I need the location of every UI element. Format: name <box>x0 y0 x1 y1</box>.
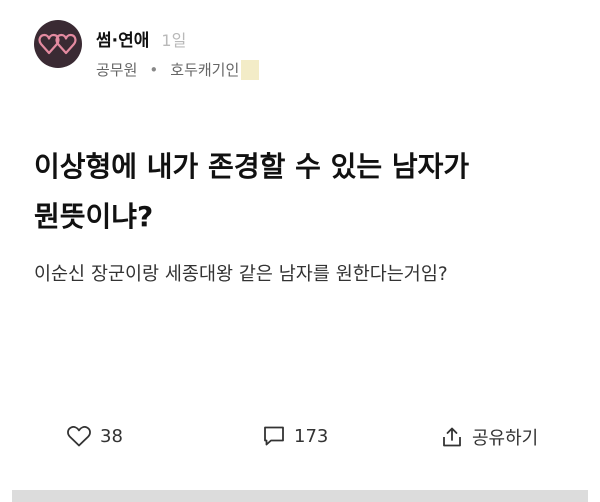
post-title-line1: 이상형에 내가 존경할 수 있는 남자가 <box>34 150 470 183</box>
share-up-icon <box>443 427 461 447</box>
board-name[interactable]: 썸·연애 <box>96 26 149 51</box>
bottom-divider <box>12 490 588 502</box>
heart-outline-icon <box>67 426 91 447</box>
post-title: 이상형에 내가 존경할 수 있는 남자가 뭔뜻이냐? <box>34 142 574 242</box>
separator-dot: • <box>149 60 159 79</box>
like-button[interactable]: 38 <box>66 424 123 448</box>
heart-pair-icon <box>38 33 77 55</box>
comment-count: 173 <box>294 425 329 447</box>
comment-button[interactable]: 173 <box>262 424 328 448</box>
post-actions: 38 173 공유하기 <box>0 424 600 456</box>
share-label: 공유하기 <box>472 428 539 449</box>
meta-row-board: 썸·연애 1일 <box>96 26 259 51</box>
like-count: 38 <box>100 425 123 447</box>
post-body: 이순신 장군이랑 세종대왕 같은 남자를 원한다는거임? <box>34 264 448 285</box>
post-title-line2: 뭔뜻이냐? <box>34 200 154 233</box>
post-meta: 썸·연애 1일 공무원 • 호두캐기인 <box>96 26 260 80</box>
post-header: 썸·연애 1일 공무원 • 호두캐기인 <box>34 20 260 80</box>
post-page: 썸·연애 1일 공무원 • 호두캐기인 이상형에 내가 존경할 수 있는 남자가… <box>0 0 600 502</box>
redacted-highlight <box>241 59 260 80</box>
board-avatar[interactable] <box>34 20 82 68</box>
author-job: 공무원 <box>96 61 138 79</box>
meta-row-author: 공무원 • 호두캐기인 <box>96 59 260 80</box>
author-company: 호두캐기인 <box>170 61 240 79</box>
chat-bubble-icon <box>264 426 284 446</box>
share-button[interactable]: 공유하기 <box>440 424 538 450</box>
post-time: 1일 <box>161 31 187 50</box>
